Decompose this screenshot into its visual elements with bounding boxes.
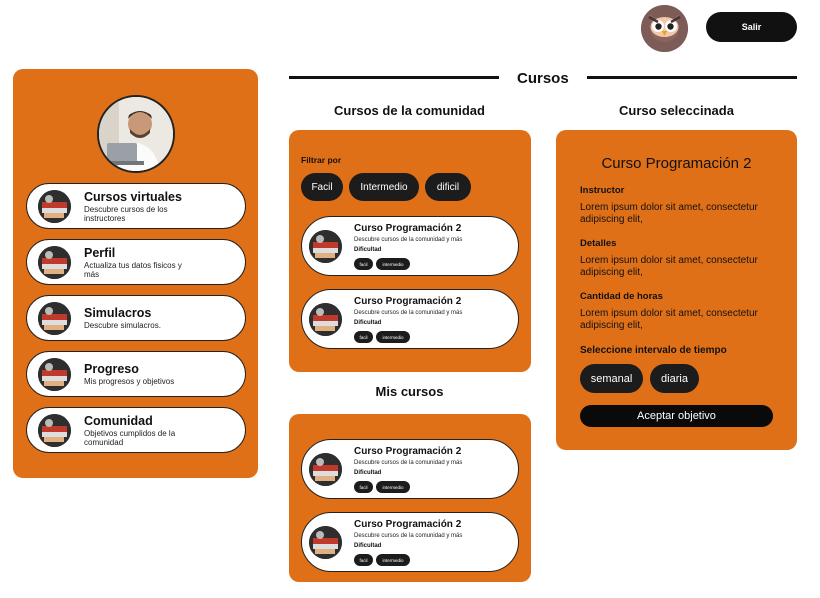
tag-intermedio: intermedio (376, 331, 410, 343)
sidebar-item-desc: Actualiza tus datos fisicos y más (84, 260, 182, 279)
sidebar-item-desc: Mis progresos y objetivos (84, 377, 175, 386)
filter-facil-button[interactable]: Facil (301, 173, 343, 201)
sidebar-item-title: Simulacros (84, 306, 152, 320)
filter-intermedio-button[interactable]: Intermedio (349, 173, 419, 201)
my-course-card[interactable]: Curso Programación 2 Descubre cursos de … (301, 439, 519, 499)
selected-course-panel (556, 130, 797, 450)
sidebar-item-title: Progreso (84, 362, 139, 376)
details-label: Detalles (580, 238, 617, 249)
course-desc: Descubre cursos de la comunidad y más (354, 237, 463, 243)
owl-logo-icon (641, 5, 688, 52)
course-thumbnail-icon (38, 245, 71, 279)
course-thumbnail-icon (309, 526, 342, 559)
sidebar-item-simulacros[interactable]: Simulacros Descubre simulacros. (26, 295, 246, 341)
selected-course-title: Curso Programación 2 (601, 155, 752, 172)
sidebar-item-title: Comunidad (84, 413, 153, 428)
tag-facil: facil (354, 258, 373, 270)
my-courses-section-title: Mis cursos (375, 384, 444, 399)
course-desc: Descubre cursos de la comunidad y más (354, 533, 463, 539)
hours-label: Cantidad de horas (580, 291, 663, 302)
my-course-card[interactable]: Curso Programación 2 Descubre cursos de … (301, 512, 519, 572)
page-title: Cursos (517, 70, 569, 87)
course-thumbnail-icon (38, 189, 71, 223)
sidebar-item-desc: Descubre simulacros. (84, 321, 161, 330)
tag-intermedio: intermedio (376, 258, 410, 270)
accept-goal-button[interactable]: Aceptar objetivo (580, 405, 773, 427)
difficulty-label: Dificultad (354, 543, 382, 549)
difficulty-label: Dificultad (354, 320, 382, 326)
community-section-title: Cursos de la comunidad (334, 103, 485, 118)
instructor-label: Instructor (580, 185, 625, 196)
title-divider-right (587, 76, 797, 79)
sidebar-item-cursos-virtuales[interactable]: Cursos virtuales Descubre cursos de los … (26, 183, 246, 229)
tag-intermedio: intermedio (376, 554, 410, 566)
course-thumbnail-icon (38, 357, 71, 391)
course-desc: Descubre cursos de la comunidad y más (354, 310, 463, 316)
sidebar-item-title: Perfil (84, 245, 116, 260)
course-desc: Descubre cursos de la comunidad y más (354, 460, 463, 466)
community-course-card[interactable]: Curso Programación 2 Descubre cursos de … (301, 289, 519, 349)
instructor-text: Lorem ipsum dolor sit amet, consectetur … (580, 202, 758, 225)
course-thumbnail-icon (309, 230, 342, 263)
sidebar-item-title: Cursos virtuales (84, 189, 182, 204)
filter-label: Filtrar por (301, 155, 342, 165)
tag-facil: facil (354, 554, 373, 566)
hours-text: Lorem ipsum dolor sit amet, consectetur … (580, 308, 758, 331)
title-divider-left (289, 76, 499, 79)
sidebar-item-perfil[interactable]: Perfil Actualiza tus datos fisicos y más (26, 239, 246, 285)
tag-facil: facil (354, 481, 373, 493)
difficulty-label: Dificultad (354, 247, 382, 253)
course-thumbnail-icon (309, 303, 342, 336)
course-thumbnail-icon (38, 413, 71, 447)
community-course-card[interactable]: Curso Programación 2 Descubre cursos de … (301, 216, 519, 276)
sidebar-item-comunidad[interactable]: Comunidad Objetivos cumplidos de la comu… (26, 407, 246, 453)
profile-avatar (97, 95, 175, 173)
interval-label: Seleccione intervalo de tiempo (580, 345, 727, 356)
tag-facil: facil (354, 331, 373, 343)
course-title: Curso Programación 2 (354, 519, 462, 530)
details-text: Lorem ipsum dolor sit amet, consectetur … (580, 255, 758, 278)
difficulty-label: Dificultad (354, 470, 382, 476)
course-title: Curso Programación 2 (354, 446, 462, 457)
interval-semanal-button[interactable]: semanal (580, 364, 643, 393)
sidebar-item-progreso[interactable]: Progreso Mis progresos y objetivos (26, 351, 246, 397)
course-thumbnail-icon (38, 301, 71, 335)
logout-button[interactable]: Salir (706, 12, 797, 42)
course-title: Curso Programación 2 (354, 223, 462, 234)
course-thumbnail-icon (309, 453, 342, 486)
selected-section-title: Curso seleccinada (619, 103, 734, 118)
interval-diaria-button[interactable]: diaria (650, 364, 699, 393)
filter-dificil-button[interactable]: dificil (425, 173, 471, 201)
sidebar-item-desc: Objetivos cumplidos de la comunidad (84, 428, 176, 447)
sidebar-item-desc: Descubre cursos de los instructores (84, 204, 168, 223)
course-title: Curso Programación 2 (354, 296, 462, 307)
tag-intermedio: intermedio (376, 481, 410, 493)
